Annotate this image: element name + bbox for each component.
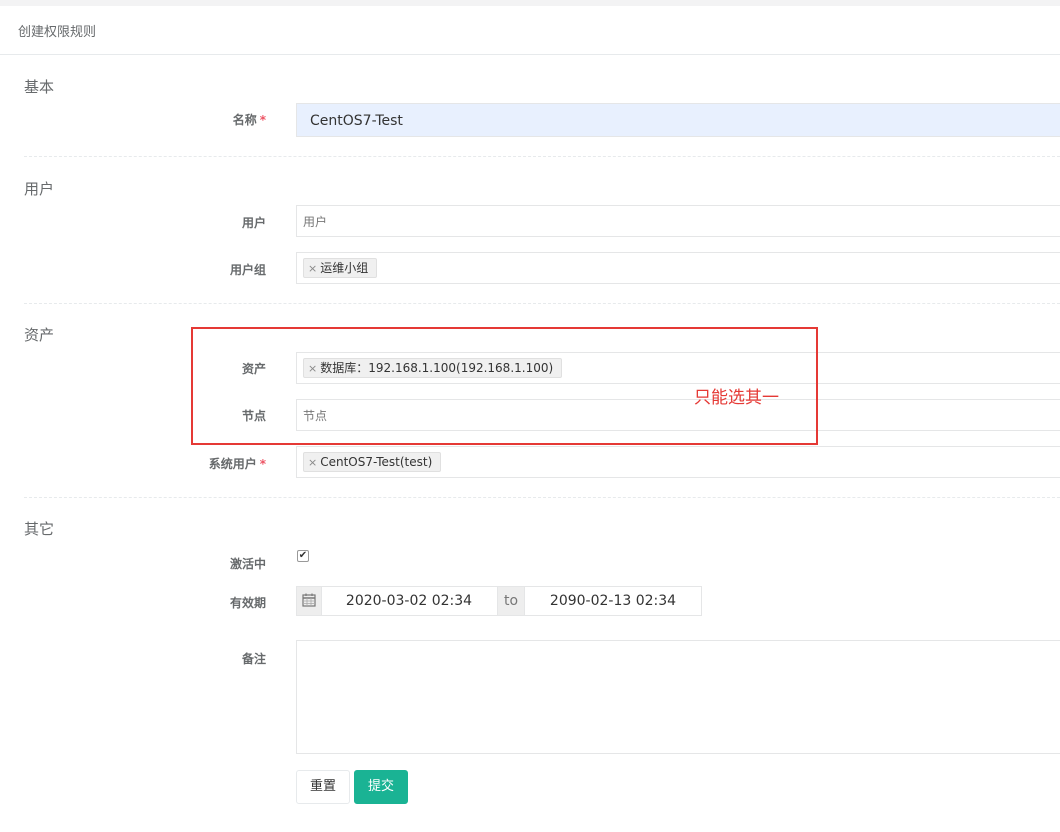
reset-button[interactable]: 重置 — [296, 770, 350, 804]
submit-button[interactable]: 提交 — [354, 770, 408, 804]
user-groups-label: 用户组 — [229, 263, 266, 277]
is-active-label: 激活中 — [229, 557, 266, 571]
section-divider — [24, 497, 1060, 498]
section-divider — [24, 156, 1060, 157]
system-users-select[interactable]: × CentOS7-Test(test) — [296, 446, 1060, 478]
required-mark: * — [259, 457, 266, 471]
system-users-label: 系统用户 * — [208, 457, 266, 471]
is-active-checkbox[interactable]: ✔ — [297, 550, 309, 562]
annotation-text: 只能选其一 — [694, 388, 779, 408]
users-label: 用户 — [241, 216, 266, 230]
system-user-tag: × CentOS7-Test(test) — [303, 452, 442, 472]
section-divider — [24, 303, 1060, 304]
panel-header: 创建权限规则 — [0, 6, 1060, 55]
date-range-picker: 2020-03-02 02:34 to 2090-02-13 02:34 — [296, 586, 702, 616]
name-input[interactable]: CentOS7-Test — [296, 103, 1060, 137]
date-start-input[interactable]: 2020-03-02 02:34 — [321, 593, 497, 609]
section-basic-title: 基本 — [24, 78, 55, 96]
panel-title: 创建权限规则 — [18, 25, 97, 40]
tag-remove-icon[interactable]: × — [308, 456, 317, 469]
calendar-icon[interactable] — [297, 587, 322, 615]
users-select[interactable]: 用户 — [296, 205, 1060, 237]
check-icon: ✔ — [298, 550, 308, 561]
section-other-title: 其它 — [24, 520, 55, 538]
date-range-separator: to — [497, 587, 525, 615]
section-asset-title: 资产 — [24, 326, 55, 344]
section-user-title: 用户 — [24, 180, 55, 198]
required-mark: * — [259, 113, 266, 127]
user-group-tag: × 运维小组 — [303, 258, 378, 278]
comment-textarea[interactable] — [296, 640, 1060, 754]
name-input-value: CentOS7-Test — [310, 113, 403, 129]
date-range-label: 有效期 — [229, 596, 266, 610]
name-label: 名称 * — [232, 113, 266, 127]
date-end-input[interactable]: 2090-02-13 02:34 — [524, 593, 702, 609]
users-select-placeholder: 用户 — [303, 215, 328, 229]
comment-label: 备注 — [241, 652, 266, 666]
tag-remove-icon[interactable]: × — [308, 262, 317, 275]
user-groups-select[interactable]: × 运维小组 — [296, 252, 1060, 284]
